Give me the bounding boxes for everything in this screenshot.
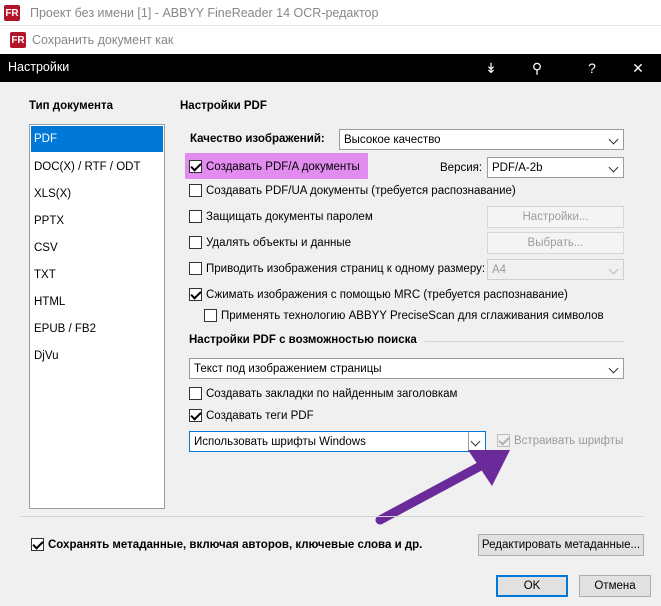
embed-fonts-label: Встраивать шрифты [514,434,624,447]
metadata-checkbox[interactable] [31,538,44,551]
resize-checkbox[interactable] [189,262,202,275]
settings-title-bar: Настройки ↡ ⚲ ? ✕ [0,54,661,82]
remove-checkbox[interactable] [189,236,202,249]
app-icon: FR [4,5,20,21]
pdfua-checkbox-row[interactable]: Создавать PDF/UA документы (требуется ра… [189,184,516,197]
precisescan-checkbox-row[interactable]: Применять технологию ABBYY PreciseScan д… [204,309,604,322]
save-dialog-icon: FR [10,32,26,48]
quality-label: Качество изображений: [190,133,325,145]
resize-checkbox-row[interactable]: Приводить изображения страниц к одному р… [189,262,485,275]
pdfua-checkbox[interactable] [189,184,202,197]
chevron-down-icon [608,162,619,173]
password-checkbox[interactable] [189,210,202,223]
text-layer-select[interactable]: Текст под изображением страницы [189,358,624,379]
dock-icon[interactable]: ↡ [468,54,514,82]
password-label: Защищать документы паролем [206,210,373,223]
pin-icon[interactable]: ⚲ [514,54,560,82]
remove-choose-button[interactable]: Выбрать... [487,232,624,254]
mrc-checkbox-row[interactable]: Сжимать изображения с помощью MRC (требу… [189,288,568,301]
arrow-shaft [375,457,493,525]
metadata-checkbox-row[interactable]: Сохранять метаданные, включая авторов, к… [31,538,422,551]
page-size-value: A4 [492,263,507,276]
password-settings-button[interactable]: Настройки... [487,206,624,228]
help-icon[interactable]: ? [569,54,615,82]
chevron-down-icon [608,134,619,145]
precisescan-checkbox[interactable] [204,309,217,322]
bookmarks-checkbox[interactable] [189,387,202,400]
version-label: Версия: [440,162,483,174]
mrc-checkbox[interactable] [189,288,202,301]
chevron-down-icon [608,363,619,374]
cancel-button[interactable]: Отмена [579,575,651,597]
mrc-label: Сжимать изображения с помощью MRC (требу… [206,288,568,301]
version-value: PDF/A-2b [492,161,543,174]
doc-type-item-html[interactable]: HTML [31,289,163,315]
pdf-tags-checkbox[interactable] [189,409,202,422]
doc-type-item-csv[interactable]: CSV [31,235,163,261]
precisescan-label: Применять технологию ABBYY PreciseScan д… [221,309,604,322]
pdfa-checkbox-row[interactable]: Создавать PDF/A документы [189,160,360,173]
password-checkbox-row[interactable]: Защищать документы паролем [189,210,373,223]
doc-type-item-djvu[interactable]: DjVu [31,343,163,369]
metadata-label: Сохранять метаданные, включая авторов, к… [48,538,423,551]
pdfa-label: Создавать PDF/A документы [206,160,360,173]
page-size-select[interactable]: A4 [487,259,624,280]
section-divider [425,341,624,342]
doc-type-item-epub[interactable]: EPUB / FB2 [31,316,163,342]
app-title: Проект без имени [1] - ABBYY FineReader … [30,6,379,20]
pdf-tags-checkbox-row[interactable]: Создавать теги PDF [189,409,314,422]
chevron-down-icon [608,264,619,275]
bookmarks-checkbox-row[interactable]: Создавать закладки по найденным заголовк… [189,387,457,400]
pdfa-checkbox[interactable] [189,160,202,173]
doc-type-header: Тип документа [29,100,113,112]
doc-type-item-doc[interactable]: DOC(X) / RTF / ODT [31,154,163,180]
doc-type-item-txt[interactable]: TXT [31,262,163,288]
footer-divider [20,516,644,517]
fonts-value: Использовать шрифты Windows [194,435,366,448]
save-dialog-title-bar: FR Сохранить документ как [0,26,661,54]
pdf-settings-header: Настройки PDF [180,100,267,112]
remove-label: Удалять объекты и данные [206,236,352,249]
settings-title: Настройки [8,60,70,74]
quality-select[interactable]: Высокое качество [339,129,624,150]
version-select[interactable]: PDF/A-2b [487,157,624,178]
close-icon[interactable]: ✕ [615,54,661,82]
doc-type-item-pdf[interactable]: PDF [31,126,163,152]
doc-type-item-xls[interactable]: XLS(X) [31,181,163,207]
bookmarks-label: Создавать закладки по найденным заголовк… [206,387,458,400]
quality-value: Высокое качество [344,133,441,146]
doc-type-item-pptx[interactable]: PPTX [31,208,163,234]
text-layer-value: Текст под изображением страницы [194,362,382,375]
pdf-tags-label: Создавать теги PDF [206,409,314,422]
edit-metadata-button[interactable]: Редактировать метаданные... [478,534,644,556]
search-settings-header: Настройки PDF с возможностью поиска [189,334,417,346]
doc-type-list: PDF DOC(X) / RTF / ODT XLS(X) PPTX CSV T… [29,124,165,509]
ok-button[interactable]: OK [496,575,568,597]
save-dialog-title: Сохранить документ как [32,33,174,47]
remove-checkbox-row[interactable]: Удалять объекты и данные [189,236,351,249]
resize-label: Приводить изображения страниц к одному р… [206,262,486,275]
pdfua-label: Создавать PDF/UA документы (требуется ра… [206,184,516,197]
app-title-bar: FR Проект без имени [1] - ABBYY FineRead… [0,0,661,26]
